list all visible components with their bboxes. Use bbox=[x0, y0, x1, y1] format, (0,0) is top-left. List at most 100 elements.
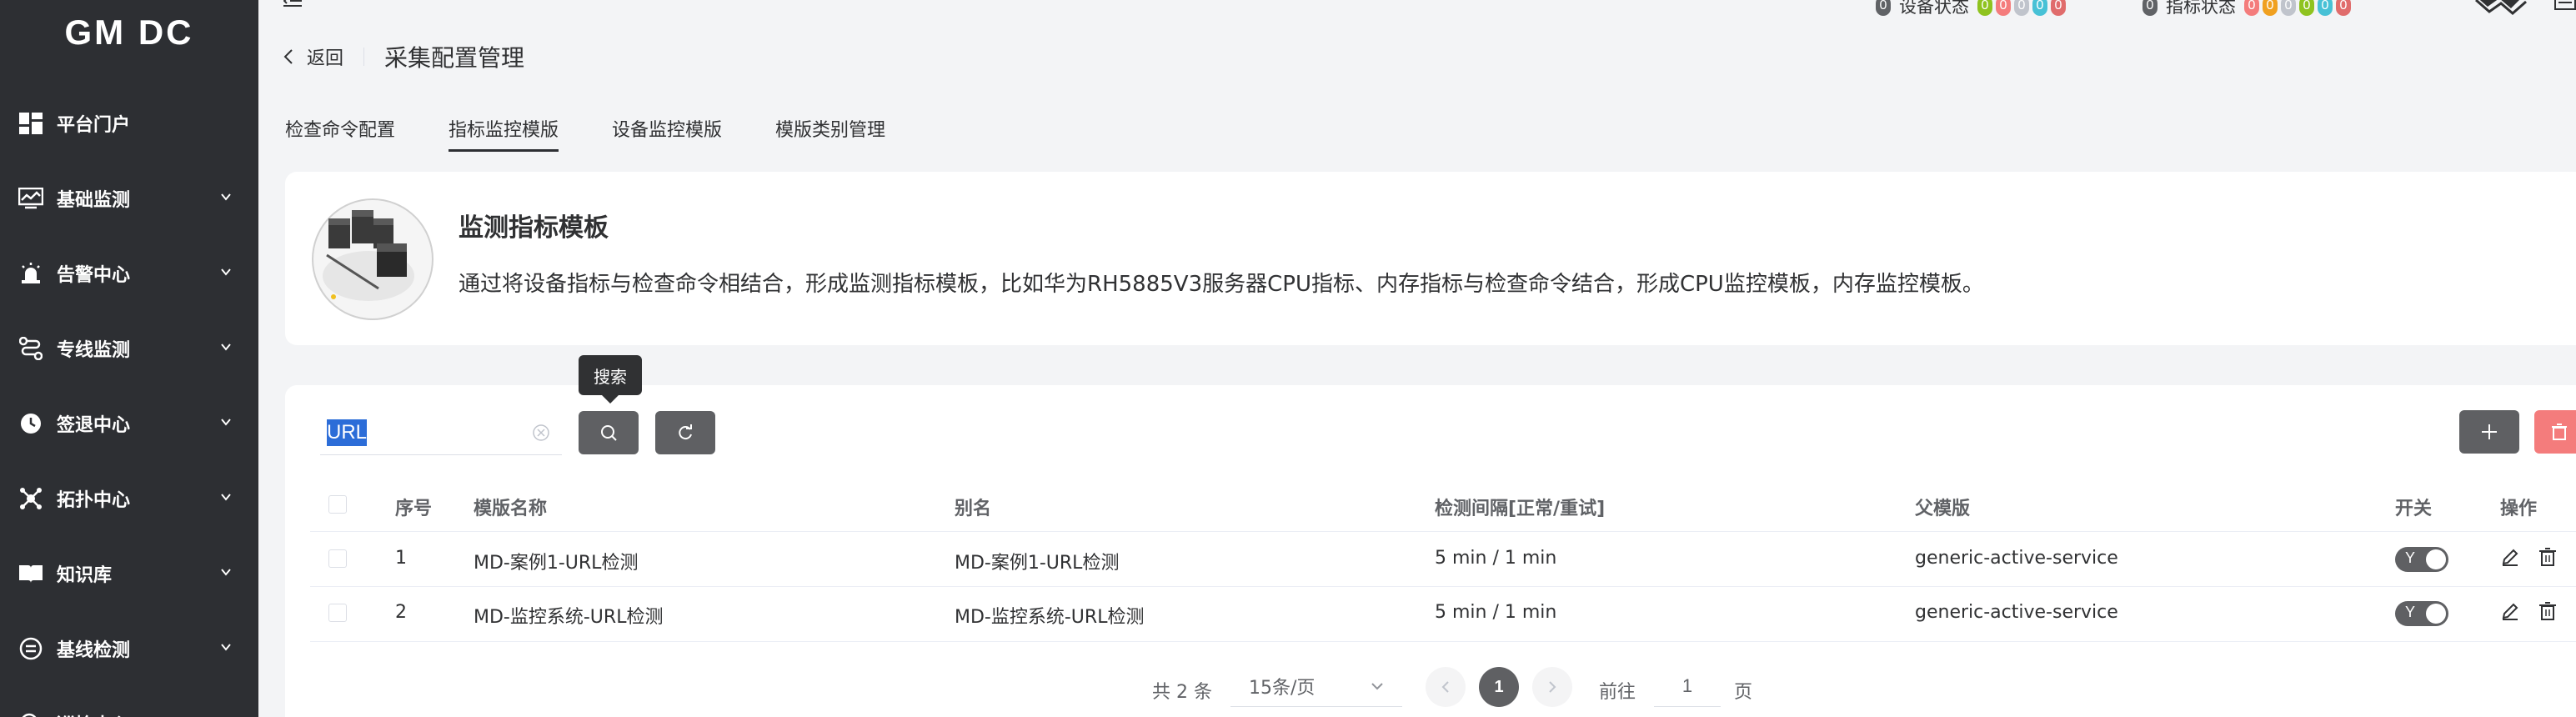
sidebar-item-label: 平台门户 bbox=[57, 115, 131, 136]
intro-card: 监测指标模板 通过将设备指标与检查命令相结合，形成监测指标模板，比如华为RH58… bbox=[285, 172, 2576, 345]
delete-icon[interactable] bbox=[2538, 547, 2558, 567]
sidebar-item-line-monitor[interactable]: 专线监测 bbox=[0, 323, 258, 374]
cell-index: 1 bbox=[395, 548, 407, 569]
edit-icon[interactable] bbox=[2500, 601, 2520, 621]
chevron-down-icon bbox=[221, 569, 231, 576]
batch-delete-button[interactable] bbox=[2534, 410, 2576, 454]
cell-interval: 5 min / 1 min bbox=[1435, 548, 1557, 569]
status-total-badge: 0 bbox=[1876, 0, 1891, 16]
sidebar: GM DC 平台门户 基础监测 告警中心 专线监测 签退中心 拓扑中心 知识库 … bbox=[0, 0, 258, 717]
column-header-parent: 父模版 bbox=[1915, 499, 1971, 519]
sidebar-item-topology[interactable]: 拓扑中心 bbox=[0, 474, 258, 524]
tab-metric-template[interactable]: 指标监控模版 bbox=[449, 115, 559, 152]
delete-icon[interactable] bbox=[2538, 601, 2558, 621]
row-checkbox[interactable] bbox=[328, 549, 347, 568]
prev-page-button[interactable] bbox=[1426, 667, 1466, 707]
cell-parent: generic-active-service bbox=[1915, 602, 2118, 623]
chevron-down-icon bbox=[221, 268, 231, 276]
select-all-checkbox[interactable] bbox=[328, 495, 347, 514]
page-size-value: 15条/页 bbox=[1249, 677, 1316, 699]
edit-icon[interactable] bbox=[2500, 547, 2520, 567]
search-icon bbox=[601, 425, 617, 441]
sidebar-item-label: 告警中心 bbox=[57, 265, 131, 286]
cell-name: MD-监控系统-URL检测 bbox=[474, 607, 664, 628]
column-header-name: 模版名称 bbox=[474, 499, 548, 519]
avatar[interactable] bbox=[2471, 0, 2528, 15]
app-logo: GM DC bbox=[64, 13, 194, 52]
enable-toggle[interactable]: Y bbox=[2395, 601, 2448, 626]
dashboard-icon bbox=[18, 111, 43, 136]
inspect-icon bbox=[18, 711, 43, 717]
chevron-down-icon bbox=[221, 343, 231, 351]
status-count-badge: 0 bbox=[2051, 0, 2066, 16]
tab-device-template[interactable]: 设备监控模版 bbox=[612, 115, 722, 152]
page-size-select[interactable]: 15条/页 bbox=[1230, 665, 1402, 707]
status-count-badge: 0 bbox=[2032, 0, 2047, 16]
status-count-badge: 0 bbox=[1977, 0, 1992, 16]
goto-page-input[interactable]: 1 bbox=[1654, 665, 1721, 707]
status-count-badge: 0 bbox=[2244, 0, 2259, 16]
clear-icon[interactable] bbox=[532, 424, 550, 442]
refresh-icon bbox=[679, 424, 692, 440]
chevron-down-icon bbox=[221, 193, 231, 201]
tab-template-category[interactable]: 模版类别管理 bbox=[775, 115, 885, 152]
enable-toggle[interactable]: Y bbox=[2395, 547, 2448, 572]
metric-status-label: 指标状态 bbox=[2166, 0, 2236, 17]
status-count-badge: 0 bbox=[2318, 0, 2333, 16]
servers-illustration bbox=[312, 198, 434, 320]
cell-alias: MD-监控系统-URL检测 bbox=[955, 607, 1145, 628]
device-status-summary[interactable]: 0 设备状态 0 0 0 0 0 bbox=[1876, 0, 2066, 18]
search-button[interactable] bbox=[579, 411, 639, 454]
row-checkbox[interactable] bbox=[328, 604, 347, 622]
add-template-button[interactable] bbox=[2459, 410, 2519, 454]
sidebar-item-baseline[interactable]: 基线检测 bbox=[0, 624, 258, 674]
status-count-badge: 0 bbox=[2281, 0, 2296, 16]
chevron-down-icon bbox=[221, 494, 231, 501]
topology-icon bbox=[18, 486, 43, 511]
sidebar-item-basic-monitor[interactable]: 基础监测 bbox=[0, 173, 258, 223]
pagination-total: 共 2 条 bbox=[1152, 682, 1212, 703]
cell-index: 2 bbox=[395, 602, 407, 623]
page-number-current[interactable]: 1 bbox=[1479, 667, 1519, 707]
tab-check-command[interactable]: 检查命令配置 bbox=[285, 115, 395, 152]
column-header-index: 序号 bbox=[395, 499, 433, 519]
column-header-actions: 操作 bbox=[2500, 499, 2538, 519]
fullscreen-icon[interactable] bbox=[2554, 0, 2576, 10]
intro-title: 监测指标模板 bbox=[459, 213, 609, 243]
search-input-value: URL bbox=[327, 419, 368, 446]
breadcrumb-divider bbox=[363, 48, 365, 66]
search-tooltip: 搜索 bbox=[579, 355, 642, 404]
clock-icon bbox=[18, 411, 43, 436]
cell-name: MD-案例1-URL检测 bbox=[474, 553, 639, 574]
column-header-alias: 别名 bbox=[955, 499, 992, 519]
metric-status-summary[interactable]: 0 指标状态 0 0 0 0 0 0 bbox=[2142, 0, 2351, 18]
sidebar-item-knowledge[interactable]: 知识库 bbox=[0, 549, 258, 599]
chevron-left-icon bbox=[1441, 681, 1449, 693]
status-count-badge: 0 bbox=[2263, 0, 2278, 16]
status-count-badge: 0 bbox=[1996, 0, 2011, 16]
sidebar-item-portal[interactable]: 平台门户 bbox=[0, 98, 258, 148]
status-count-badge: 0 bbox=[2299, 0, 2314, 16]
status-total-badge: 0 bbox=[2142, 0, 2158, 16]
next-page-button[interactable] bbox=[1532, 667, 1572, 707]
sidebar-item-label: 基础监测 bbox=[57, 190, 131, 211]
cell-parent: generic-active-service bbox=[1915, 548, 2118, 569]
back-button[interactable]: 返回 bbox=[283, 43, 343, 70]
sidebar-item-signout[interactable]: 签退中心 bbox=[0, 399, 258, 449]
sidebar-item-label: 知识库 bbox=[57, 565, 113, 586]
menu-fold-icon[interactable] bbox=[283, 0, 302, 8]
search-input[interactable]: URL bbox=[320, 410, 562, 455]
row-divider bbox=[310, 641, 2576, 642]
toggle-label: Y bbox=[2405, 549, 2416, 566]
column-header-interval: 检测间隔[正常/重试] bbox=[1435, 499, 1606, 519]
sidebar-item-inspection[interactable]: 巡检中心 bbox=[0, 699, 258, 717]
status-count-badge: 0 bbox=[2336, 0, 2351, 16]
row-divider bbox=[310, 586, 2576, 587]
sidebar-item-alarm[interactable]: 告警中心 bbox=[0, 248, 258, 298]
monitor-chart-icon bbox=[18, 186, 43, 211]
reset-button[interactable] bbox=[655, 411, 715, 454]
sidebar-item-label: 巡检中心 bbox=[57, 710, 130, 717]
alarm-icon bbox=[18, 261, 43, 286]
sidebar-item-label: 拓扑中心 bbox=[57, 490, 131, 511]
sidebar-item-label: 专线监测 bbox=[57, 340, 131, 361]
